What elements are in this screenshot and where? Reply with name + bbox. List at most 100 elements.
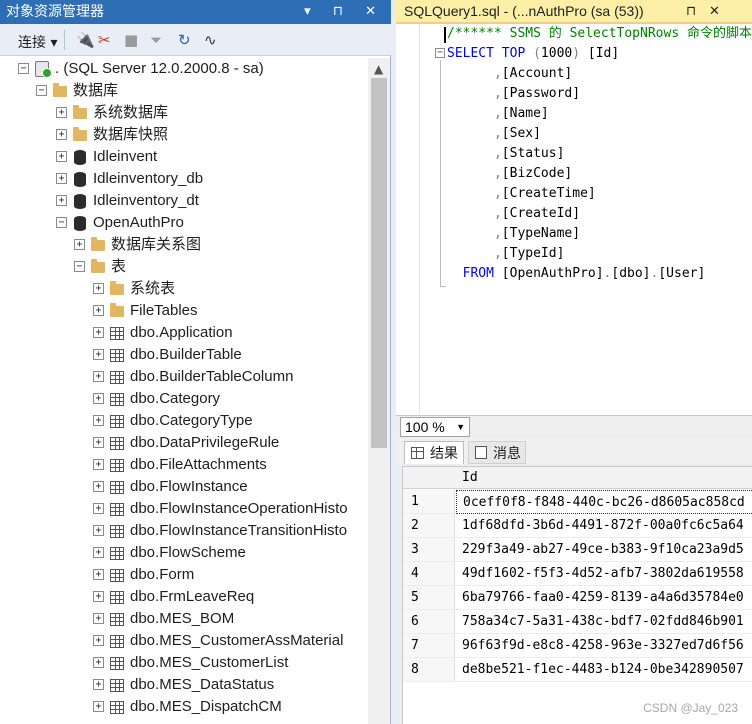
fold-collapse-icon[interactable]: − bbox=[435, 48, 445, 58]
expand-icon[interactable]: + bbox=[93, 349, 104, 360]
tree-node[interactable]: − 数据库 bbox=[36, 80, 368, 102]
tree-node[interactable]: + 数据库关系图 bbox=[74, 234, 368, 256]
tree-node[interactable]: + dbo.Form bbox=[93, 564, 368, 586]
pin-icon[interactable]: ⊓ bbox=[686, 0, 696, 22]
tree-node[interactable]: + dbo.FrmLeaveReq bbox=[93, 586, 368, 608]
tab-messages[interactable]: 消息 bbox=[468, 441, 526, 464]
tree-node[interactable]: + Idleinvent bbox=[56, 146, 368, 168]
row-number[interactable]: 4 bbox=[403, 562, 455, 586]
expand-icon[interactable]: + bbox=[56, 129, 67, 140]
expand-icon[interactable]: + bbox=[93, 613, 104, 624]
tree-node[interactable]: + dbo.MES_CustomerAssMaterial bbox=[93, 630, 368, 652]
table-cell-id[interactable]: 1df68dfd-3b6d-4491-872f-00a0fc6c5a64 bbox=[456, 514, 752, 538]
results-grid[interactable]: Id 1 0ceff0f8-f848-440c-bc26-d8605ac858cd… bbox=[402, 466, 752, 724]
row-number[interactable]: 8 bbox=[403, 658, 455, 682]
tab-results[interactable]: 结果 bbox=[404, 441, 464, 464]
chevron-down-icon[interactable]: ▼ bbox=[456, 418, 465, 436]
disconnect-icon[interactable]: ✂ bbox=[98, 31, 111, 49]
expand-icon[interactable]: + bbox=[93, 525, 104, 536]
code-line: ,[Sex] bbox=[447, 124, 541, 144]
expand-icon[interactable]: + bbox=[93, 371, 104, 382]
tree-node[interactable]: + dbo.MES_BOM bbox=[93, 608, 368, 630]
tree-node[interactable]: − . (SQL Server 12.0.2000.8 - sa) bbox=[18, 58, 368, 80]
tree-node[interactable]: + Idleinventory_dt bbox=[56, 190, 368, 212]
query-editor-tab[interactable]: SQLQuery1.sql - (...nAuthPro (sa (53)) ⊓… bbox=[396, 0, 752, 22]
row-number[interactable]: 6 bbox=[403, 610, 455, 634]
tree-node[interactable]: − OpenAuthPro bbox=[56, 212, 368, 234]
collapse-icon[interactable]: − bbox=[36, 85, 47, 96]
collapse-icon[interactable]: − bbox=[74, 261, 85, 272]
expand-icon[interactable]: + bbox=[93, 481, 104, 492]
expand-icon[interactable]: + bbox=[93, 283, 104, 294]
expand-icon[interactable]: + bbox=[56, 107, 67, 118]
scroll-up-arrow-icon[interactable]: ▲ bbox=[374, 62, 383, 76]
table-cell-id[interactable]: 229f3a49-ab27-49ce-b383-9f10ca23a9d5 bbox=[456, 538, 752, 562]
expand-icon[interactable]: + bbox=[93, 415, 104, 426]
scrollbar-thumb[interactable] bbox=[371, 78, 387, 448]
expand-icon[interactable]: + bbox=[93, 327, 104, 338]
tree-node[interactable]: + Idleinventory_db bbox=[56, 168, 368, 190]
column-header-id[interactable]: Id bbox=[456, 467, 752, 489]
stop-icon[interactable]: ■ bbox=[124, 31, 138, 49]
tree-node[interactable]: + dbo.Category bbox=[93, 388, 368, 410]
row-number[interactable]: 2 bbox=[403, 514, 455, 538]
table-cell-id[interactable]: de8be521-f1ec-4483-b124-0be342890507 bbox=[456, 658, 752, 682]
tree-node[interactable]: + 数据库快照 bbox=[56, 124, 368, 146]
sql-editor[interactable]: − /****** SSMS 的 SelectTopNRows 命令的脚本 SEL… bbox=[396, 22, 752, 415]
expand-icon[interactable]: + bbox=[74, 239, 85, 250]
expand-icon[interactable]: + bbox=[93, 679, 104, 690]
tree-node[interactable]: + FileTables bbox=[93, 300, 368, 322]
expand-icon[interactable]: + bbox=[56, 173, 67, 184]
close-tab-icon[interactable]: ✕ bbox=[709, 0, 720, 22]
row-number[interactable]: 1 bbox=[403, 490, 455, 514]
expand-icon[interactable]: + bbox=[93, 437, 104, 448]
tree-node[interactable]: + 系统数据库 bbox=[56, 102, 368, 124]
refresh-icon[interactable]: ↻ bbox=[178, 31, 191, 49]
table-cell-id[interactable]: 96f63f9d-e8c8-4258-963e-3327ed7d6f56 bbox=[456, 634, 752, 658]
tree-node[interactable]: + dbo.BuilderTable bbox=[93, 344, 368, 366]
expand-icon[interactable]: + bbox=[93, 569, 104, 580]
tree-node[interactable]: + dbo.MES_DispatchCM bbox=[93, 696, 368, 718]
tree-node[interactable]: + dbo.CategoryType bbox=[93, 410, 368, 432]
table-cell-id[interactable]: 758a34c7-5a31-438c-bdf7-02fdd846b901 bbox=[456, 610, 752, 634]
expand-icon[interactable]: + bbox=[93, 591, 104, 602]
tree-node[interactable]: + dbo.FlowInstanceOperationHisto bbox=[93, 498, 368, 520]
tree-node[interactable]: + dbo.MES_DataStatus bbox=[93, 674, 368, 696]
tree-node[interactable]: + dbo.MES_CustomerList bbox=[93, 652, 368, 674]
expand-icon[interactable]: + bbox=[93, 393, 104, 404]
tree-scrollbar[interactable]: ▲ bbox=[368, 58, 390, 724]
row-number[interactable]: 3 bbox=[403, 538, 455, 562]
window-control-buttons[interactable]: ▾ ⊓ ✕ bbox=[304, 0, 385, 24]
expand-icon[interactable]: + bbox=[56, 195, 67, 206]
expand-icon[interactable]: + bbox=[93, 701, 104, 712]
grid-corner-header[interactable] bbox=[403, 467, 456, 489]
zoom-select[interactable]: 100 % ▼ bbox=[400, 417, 470, 437]
tree-node[interactable]: + dbo.FlowInstance bbox=[93, 476, 368, 498]
expand-icon[interactable]: + bbox=[93, 305, 104, 316]
expand-icon[interactable]: + bbox=[93, 657, 104, 668]
row-number[interactable]: 5 bbox=[403, 586, 455, 610]
collapse-icon[interactable]: − bbox=[56, 217, 67, 228]
table-cell-id[interactable]: 6ba79766-faa0-4259-8139-a4a6d35784e0 bbox=[456, 586, 752, 610]
expand-icon[interactable]: + bbox=[93, 503, 104, 514]
table-cell-id[interactable]: 0ceff0f8-f848-440c-bc26-d8605ac858cd bbox=[456, 490, 752, 514]
expand-icon[interactable]: + bbox=[93, 459, 104, 470]
tree-node[interactable]: + dbo.FlowInstanceTransitionHisto bbox=[93, 520, 368, 542]
tree-node[interactable]: + dbo.Application bbox=[93, 322, 368, 344]
expand-icon[interactable]: + bbox=[93, 635, 104, 646]
tree-node[interactable]: + dbo.FileAttachments bbox=[93, 454, 368, 476]
expand-icon[interactable]: + bbox=[93, 547, 104, 558]
collapse-icon[interactable]: − bbox=[18, 63, 29, 74]
table-cell-id[interactable]: 49df1602-f5f3-4d52-afb7-3802da619558 bbox=[456, 562, 752, 586]
activity-monitor-icon[interactable]: ∿ bbox=[204, 31, 217, 49]
expand-icon[interactable]: + bbox=[56, 151, 67, 162]
filter-icon[interactable]: ⏷ bbox=[150, 31, 162, 49]
connect-plug-icon[interactable]: 🔌 bbox=[76, 31, 95, 49]
tree-node[interactable]: + dbo.FlowScheme bbox=[93, 542, 368, 564]
tree-node[interactable]: + dbo.DataPrivilegeRule bbox=[93, 432, 368, 454]
tree-node[interactable]: − 表 bbox=[74, 256, 368, 278]
tree-node[interactable]: + dbo.BuilderTableColumn bbox=[93, 366, 368, 388]
connect-button[interactable]: 连接 ▾ bbox=[18, 32, 57, 52]
tree-node[interactable]: + 系统表 bbox=[93, 278, 368, 300]
row-number[interactable]: 7 bbox=[403, 634, 455, 658]
